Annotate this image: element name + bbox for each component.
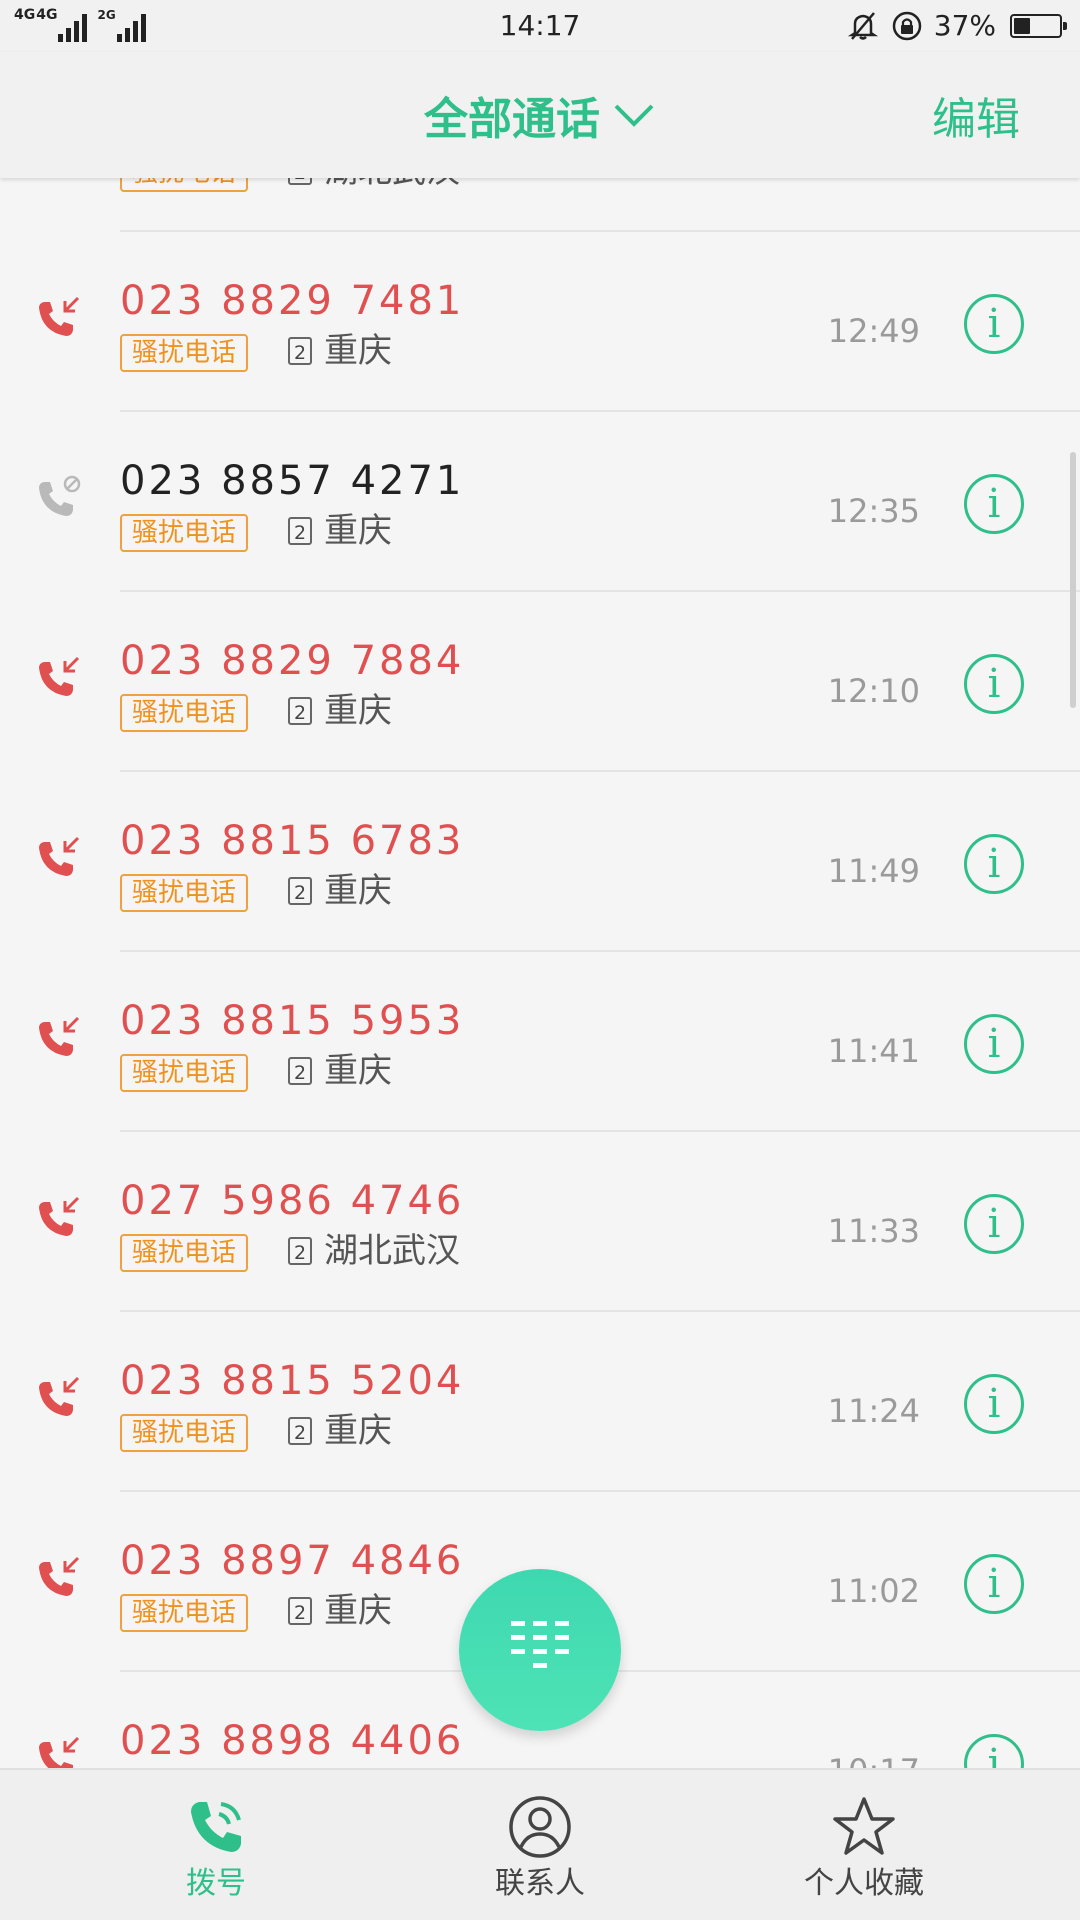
phone-number: 023 8829 7481 (120, 278, 465, 324)
mute-bell-icon (847, 12, 878, 40)
tab-dial[interactable]: 拨号 (106, 1770, 326, 1920)
bottom-nav: 拨号 联系人 个人收藏 (0, 1768, 1080, 1920)
call-time: 11:49 (827, 852, 920, 890)
sim-2-icon: 2 (288, 1237, 312, 1265)
call-time: 11:41 (827, 1032, 920, 1070)
status-bar: 4G 4G 2G 14:17 37% (0, 0, 1080, 52)
call-time: 11:24 (827, 1392, 920, 1430)
missed-call-icon (39, 1376, 80, 1416)
star-icon (833, 1797, 895, 1855)
missed-call-icon (39, 1196, 80, 1236)
tab-contacts[interactable]: 联系人 (430, 1770, 650, 1920)
call-log-row[interactable]: 023 8815 5204 骚扰电话 2 重庆 11:24 i (0, 1312, 1080, 1492)
sim-2-icon: 2 (288, 1057, 312, 1085)
spam-tag: 骚扰电话 (120, 334, 249, 372)
location-text: 重庆 (324, 1411, 392, 1451)
sim-2-icon: 2 (288, 877, 312, 905)
battery-percent: 37% (933, 9, 996, 42)
missed-call-icon (39, 1736, 80, 1768)
call-info-button[interactable]: i (964, 1014, 1024, 1074)
page-title: 全部通话 (424, 94, 600, 145)
call-info-button[interactable]: i (964, 1374, 1024, 1434)
edit-button[interactable]: 编辑 (932, 52, 1020, 178)
blocked-call-icon (39, 475, 81, 516)
tab-favorites[interactable]: 个人收藏 (754, 1770, 974, 1920)
phone-number: 023 8897 4846 (120, 1538, 465, 1584)
location-text: 重庆 (324, 691, 392, 731)
call-info-button[interactable]: i (964, 294, 1024, 354)
call-time: 12:35 (827, 492, 920, 530)
phone-icon (191, 1802, 241, 1852)
call-info-button[interactable]: i (964, 1734, 1024, 1768)
call-log-row[interactable]: 023 8829 7481 骚扰电话 2 重庆 12:49 i (0, 232, 1080, 412)
spam-tag: 骚扰电话 (120, 514, 249, 552)
missed-call-icon (39, 836, 80, 876)
call-time: 12:10 (827, 672, 920, 710)
call-info-button[interactable]: i (964, 834, 1024, 894)
location-text: 重庆 (324, 1051, 392, 1091)
info-icon: i (987, 301, 1001, 347)
battery-icon (1010, 14, 1067, 38)
chevron-down-icon (614, 104, 654, 127)
dialpad-button[interactable] (459, 1569, 621, 1731)
call-time: 11:33 (827, 1212, 920, 1250)
call-info-button[interactable]: i (964, 1194, 1024, 1254)
phone-number: 027 5986 4746 (120, 1178, 465, 1224)
spam-tag: 骚扰电话 (120, 1234, 249, 1272)
call-info-button[interactable]: i (964, 654, 1024, 714)
phone-number: 023 8898 4406 (120, 1718, 465, 1764)
info-icon: i (987, 841, 1001, 887)
missed-call-icon (39, 656, 80, 696)
phone-number: 023 8829 7884 (120, 638, 465, 684)
phone-number: 023 8815 5204 (120, 1358, 465, 1404)
call-log-row[interactable]: 023 8857 4271 骚扰电话 2 重庆 12:35 i (0, 412, 1080, 592)
app-header: 全部通话 编辑 (0, 52, 1080, 178)
call-time: 11:02 (827, 1572, 920, 1610)
location-text: 重庆 (324, 1591, 392, 1631)
info-icon: i (987, 1201, 1001, 1247)
call-log-row[interactable]: 027 5986 4746 骚扰电话 2 湖北武汉 11:33 i (0, 1132, 1080, 1312)
info-icon: i (987, 661, 1001, 707)
info-icon: i (987, 481, 1001, 527)
location-text: 重庆 (324, 871, 392, 911)
call-log-row[interactable]: 023 8815 5953 骚扰电话 2 重庆 11:41 i (0, 952, 1080, 1132)
call-filter-dropdown[interactable]: 全部通话 (0, 52, 1080, 178)
location-text: 湖北武汉 (324, 1231, 460, 1271)
phone-number: 023 8815 5953 (120, 998, 465, 1044)
call-info-button[interactable]: i (964, 474, 1024, 534)
dialpad-icon (511, 1621, 569, 1668)
spam-tag: 骚扰电话 (120, 874, 249, 912)
sim-2-icon: 2 (288, 1597, 312, 1625)
info-icon: i (987, 1561, 1001, 1607)
scrollbar[interactable] (1070, 452, 1076, 708)
spam-tag: 骚扰电话 (120, 1054, 249, 1092)
missed-call-icon (39, 1016, 80, 1056)
call-time: 10:17 (828, 1752, 920, 1768)
missed-call-icon (39, 296, 80, 336)
contact-person-icon (509, 1796, 571, 1858)
call-time: 12:49 (827, 312, 920, 350)
call-log-row[interactable]: 023 8815 6783 骚扰电话 2 重庆 11:49 i (0, 772, 1080, 952)
spam-tag: 骚扰电话 (120, 1414, 249, 1452)
rotation-lock-icon (892, 11, 922, 41)
sim-2-icon: 2 (288, 697, 312, 725)
sim-2-icon: 2 (288, 1417, 312, 1445)
call-info-button[interactable]: i (964, 1554, 1024, 1614)
spam-tag: 骚扰电话 (120, 694, 249, 732)
info-icon: i (987, 1021, 1001, 1067)
location-text: 重庆 (324, 331, 392, 371)
missed-call-icon (39, 1556, 80, 1596)
phone-number: 023 8857 4271 (120, 458, 465, 504)
spam-tag: 骚扰电话 (120, 1594, 249, 1632)
phone-number: 023 8815 6783 (120, 818, 465, 864)
call-list[interactable]: 骚扰电话 2 湖北武汉 023 8829 7481 骚扰电话 2 重庆 12:49 i 0… (0, 0, 1080, 1768)
info-icon: i (987, 1381, 1001, 1427)
sim-2-icon: 2 (288, 337, 312, 365)
location-text: 重庆 (324, 511, 392, 551)
sim-2-icon: 2 (288, 517, 312, 545)
info-icon: i (987, 1741, 1001, 1768)
call-log-screen: 骚扰电话 2 湖北武汉 023 8829 7481 骚扰电话 2 重庆 12:49 i 0… (0, 0, 1080, 1920)
call-log-row[interactable]: 023 8829 7884 骚扰电话 2 重庆 12:10 i (0, 592, 1080, 772)
